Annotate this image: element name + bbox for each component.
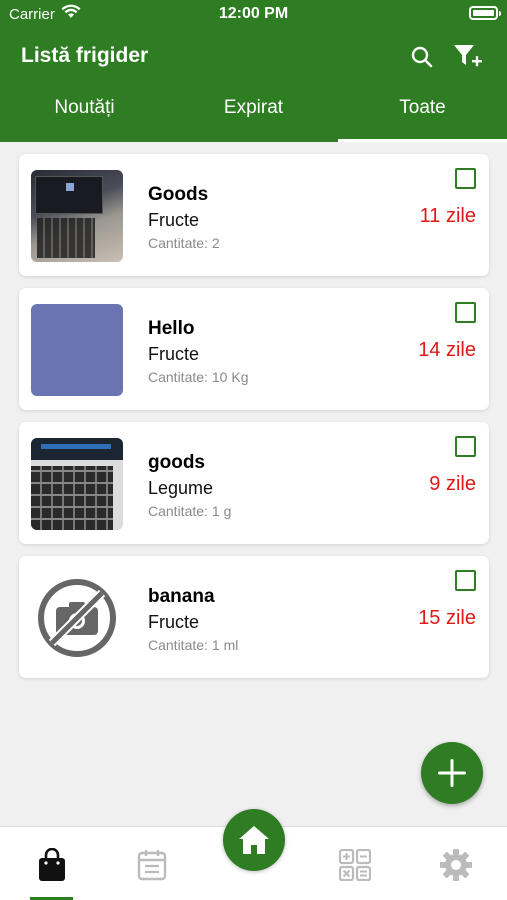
item-photo <box>31 438 123 530</box>
item-days-left: 11 zile <box>419 205 476 227</box>
tab-settings[interactable] <box>436 845 476 885</box>
tab-bar-top: Noutăți Expirat Toate <box>0 84 507 142</box>
list-item[interactable]: banana Fructe Cantitate: 1 ml 15 zile <box>19 556 489 678</box>
add-item-button[interactable] <box>421 742 483 804</box>
item-days-left: 14 zile <box>418 339 476 361</box>
item-quantity: Cantitate: 1 ml <box>148 637 239 653</box>
item-category: Legume <box>148 478 214 498</box>
item-name: Hello <box>148 318 195 339</box>
app-header: Carrier 12:00 PM Listă frigider Noutăți … <box>0 0 507 142</box>
page-title: Listă frigider <box>21 44 149 67</box>
fridge-items-list: Goods Fructe Cantitate: 2 11 zile Hello … <box>19 154 489 690</box>
battery-icon <box>469 6 501 20</box>
list-item[interactable]: Goods Fructe Cantitate: 2 11 zile <box>19 154 489 276</box>
shopping-bag-icon <box>39 848 65 881</box>
search-button[interactable] <box>407 42 437 72</box>
home-icon <box>239 826 269 854</box>
tab-expired[interactable]: Expirat <box>169 84 338 142</box>
item-checkbox[interactable] <box>455 436 476 457</box>
item-checkbox[interactable] <box>455 168 476 189</box>
item-quantity: Cantitate: 10 Kg <box>148 369 249 385</box>
status-bar: Carrier 12:00 PM <box>0 0 507 30</box>
list-item[interactable]: goods Legume Cantitate: 1g 9 zile <box>19 422 489 544</box>
calculator-icon <box>339 849 371 881</box>
tab-calculator[interactable] <box>335 845 375 885</box>
calendar-list-icon <box>137 850 167 881</box>
item-checkbox[interactable] <box>455 570 476 591</box>
status-time: 12:00 PM <box>218 5 289 22</box>
home-button[interactable] <box>223 809 285 871</box>
tab-all[interactable]: Toate <box>338 84 507 142</box>
item-quantity: Cantitate: 1g <box>148 503 232 519</box>
filter-plus-icon <box>454 45 482 67</box>
item-name: goods <box>148 452 205 473</box>
item-category: Fructe <box>148 612 200 632</box>
item-checkbox[interactable] <box>455 302 476 323</box>
tab-new[interactable]: Noutăți <box>0 84 169 142</box>
plus-icon <box>438 759 466 787</box>
item-category: Fructe <box>148 344 200 364</box>
settings-gear-icon <box>440 849 472 881</box>
no-photo-icon <box>31 572 123 664</box>
list-item[interactable]: Hello Fructe Cantitate: 10 Kg 14 zile <box>19 288 489 410</box>
tab-shopping-list[interactable] <box>32 845 72 885</box>
tab-calendar[interactable] <box>132 845 172 885</box>
item-category: Fructe <box>148 210 200 230</box>
item-quantity: Cantitate: 2 <box>148 235 220 251</box>
item-days-left: 9 zile <box>429 473 476 495</box>
search-icon <box>411 46 433 68</box>
item-name: banana <box>148 586 215 607</box>
filter-add-button[interactable] <box>452 42 482 72</box>
item-photo <box>31 170 123 262</box>
item-name: Goods <box>148 184 209 205</box>
item-photo <box>31 304 123 396</box>
item-days-left: 15 zile <box>418 607 476 629</box>
